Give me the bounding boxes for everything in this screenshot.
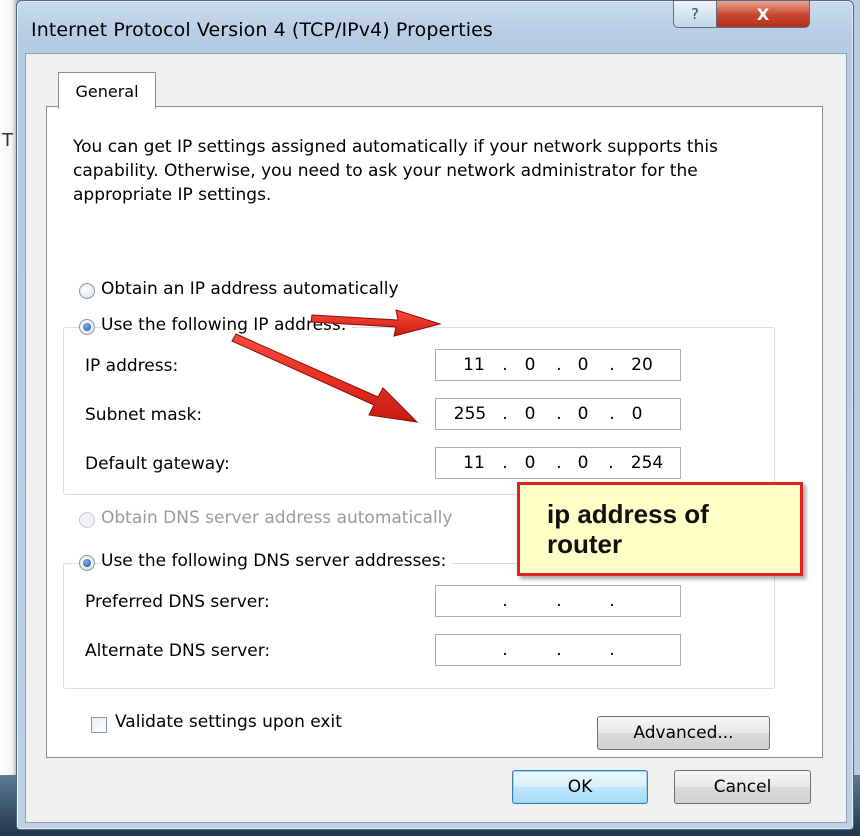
arrow-to-default-gateway <box>231 333 419 423</box>
callout-line-2: router <box>547 529 623 559</box>
arrow-to-ip-address <box>310 309 442 337</box>
annotation-arrows <box>231 309 442 423</box>
router-ip-callout: ip address of router <box>517 482 803 576</box>
callout-line-1: ip address of <box>547 499 709 529</box>
